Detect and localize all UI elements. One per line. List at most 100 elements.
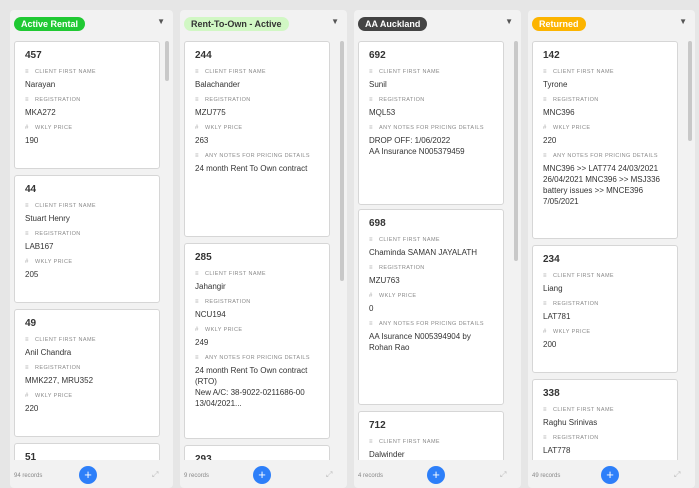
number-icon: # <box>543 125 547 131</box>
field-label-text: CLIENT FIRST NAME <box>553 273 614 279</box>
field-label-text: CLIENT FIRST NAME <box>205 271 266 277</box>
field-value: Anil Chandra <box>25 348 72 357</box>
field-label-text: CLIENT FIRST NAME <box>35 203 96 209</box>
field-label-text: REGISTRATION <box>553 97 599 103</box>
record-card[interactable]: 244 ≡ CLIENT FIRST NAME Balachander ≡ REGISTR… <box>184 41 330 237</box>
field-label: ≡ REGISTRATION <box>543 433 669 443</box>
text-icon: ≡ <box>195 299 199 305</box>
field-label: ≡ REGISTRATION <box>25 95 151 105</box>
card-list: 457 ≡ CLIENT FIRST NAME Narayan ≡ REGISTRATIO… <box>10 41 173 460</box>
field-label: ≡ REGISTRATION <box>369 95 495 105</box>
expand-icon[interactable]: ⤢ <box>674 470 680 480</box>
expand-icon[interactable]: ⤢ <box>500 470 506 480</box>
record-card[interactable]: 712 ≡ CLIENT FIRST NAME Dalwinder <box>358 411 504 460</box>
long-text-icon: ≡ <box>195 355 199 361</box>
field-value: 205 <box>25 270 39 279</box>
field-label: ≡ CLIENT FIRST NAME <box>543 405 669 415</box>
number-icon: # <box>543 329 547 335</box>
field-label: # WKLY PRICE <box>195 123 321 133</box>
field-label-text: REGISTRATION <box>35 365 81 371</box>
status-badge: AA Auckland <box>358 17 428 31</box>
column-header[interactable]: Rent-To-Own - Active ▼ <box>180 10 347 38</box>
record-card[interactable]: 338 ≡ CLIENT FIRST NAME Raghu Srinivas ≡ REGI… <box>532 379 678 460</box>
record-count: 49 records <box>532 473 561 479</box>
add-record-button[interactable]: + <box>601 466 619 484</box>
card-title: 712 <box>369 420 386 431</box>
column-rent-to-own-active: Rent-To-Own - Active ▼ 244 ≡ CLIENT FIRST … <box>180 10 347 488</box>
field-label-text: CLIENT FIRST NAME <box>553 407 614 413</box>
record-card[interactable]: 234 ≡ CLIENT FIRST NAME Liang ≡ REGISTRATION L… <box>532 245 678 373</box>
field-label-text: CLIENT FIRST NAME <box>553 69 614 75</box>
column-header[interactable]: Active Rental ▼ <box>10 10 173 38</box>
column-footer: 49 records + ⤢ <box>528 460 695 488</box>
field-value: 190 <box>25 136 39 145</box>
field-label-text: CLIENT FIRST NAME <box>379 439 440 445</box>
field-label-text: WKLY PRICE <box>35 125 73 131</box>
field-label-text: WKLY PRICE <box>35 259 73 265</box>
field-value: Tyrone <box>543 80 568 89</box>
field-value: 200 <box>543 340 557 349</box>
field-value: Jahangir <box>195 282 226 291</box>
expand-icon[interactable]: ⤢ <box>152 470 158 480</box>
scrollbar[interactable] <box>514 41 518 261</box>
text-icon: ≡ <box>543 407 547 413</box>
field-label-text: ANY NOTES FOR PRICING DETAILS <box>379 321 484 327</box>
text-icon: ≡ <box>195 271 199 277</box>
record-card[interactable]: 285 ≡ CLIENT FIRST NAME Jahangir ≡ REGISTRATI… <box>184 243 330 439</box>
field-value: MZU763 <box>369 276 400 285</box>
chevron-down-icon[interactable]: ▼ <box>505 17 513 26</box>
text-icon: ≡ <box>543 273 547 279</box>
field-label: ≡ CLIENT FIRST NAME <box>543 271 669 281</box>
scrollbar[interactable] <box>340 41 344 281</box>
add-record-button[interactable]: + <box>79 466 97 484</box>
chevron-down-icon[interactable]: ▼ <box>331 17 339 26</box>
add-record-button[interactable]: + <box>427 466 445 484</box>
record-count: 4 records <box>358 473 384 479</box>
field-label: ≡ CLIENT FIRST NAME <box>543 67 669 77</box>
field-label-text: REGISTRATION <box>35 97 81 103</box>
field-label-text: ANY NOTES FOR PRICING DETAILS <box>205 153 310 159</box>
card-title: 51 <box>25 452 37 460</box>
field-label-text: CLIENT FIRST NAME <box>379 69 440 75</box>
record-card[interactable]: 692 ≡ CLIENT FIRST NAME Sunil ≡ REGISTRATION M… <box>358 41 504 205</box>
record-card[interactable]: 44 ≡ CLIENT FIRST NAME Stuart Henry ≡ REGISTR… <box>14 175 160 303</box>
field-label-text: ANY NOTES FOR PRICING DETAILS <box>379 125 484 131</box>
scrollbar[interactable] <box>165 41 169 81</box>
column-header[interactable]: AA Auckland ▼ <box>354 10 521 38</box>
field-label: # WKLY PRICE <box>369 291 495 301</box>
field-label-text: WKLY PRICE <box>379 293 417 299</box>
card-title: 234 <box>543 254 560 265</box>
field-value: LAB167 <box>25 242 54 251</box>
record-card[interactable]: 51 <box>14 443 160 460</box>
field-label: # WKLY PRICE <box>543 327 669 337</box>
add-record-button[interactable]: + <box>253 466 271 484</box>
text-icon: ≡ <box>543 69 547 75</box>
long-text-icon: ≡ <box>369 125 373 131</box>
field-label-text: WKLY PRICE <box>205 327 243 333</box>
field-label: # WKLY PRICE <box>25 391 151 401</box>
chevron-down-icon[interactable]: ▼ <box>157 17 165 26</box>
field-label: ≡ ANY NOTES FOR PRICING DETAILS <box>195 151 321 161</box>
record-card[interactable]: 698 ≡ CLIENT FIRST NAME Chaminda SAMAN JAYA… <box>358 209 504 405</box>
record-card[interactable]: 142 ≡ CLIENT FIRST NAME Tyrone ≡ REGISTRATION… <box>532 41 678 239</box>
field-label: ≡ CLIENT FIRST NAME <box>369 67 495 77</box>
scrollbar[interactable] <box>688 41 692 141</box>
column-header[interactable]: Returned ▼ <box>528 10 695 38</box>
field-value: 24 month Rent To Own contract <box>195 164 308 173</box>
record-card[interactable]: 293 <box>184 445 330 460</box>
text-icon: ≡ <box>369 265 373 271</box>
record-card[interactable]: 49 ≡ CLIENT FIRST NAME Anil Chandra ≡ REGISTR… <box>14 309 160 437</box>
field-label: ≡ REGISTRATION <box>543 95 669 105</box>
text-icon: ≡ <box>25 69 29 75</box>
text-icon: ≡ <box>25 97 29 103</box>
expand-icon[interactable]: ⤢ <box>326 470 332 480</box>
field-label-text: CLIENT FIRST NAME <box>379 237 440 243</box>
chevron-down-icon[interactable]: ▼ <box>679 17 687 26</box>
field-value: Chaminda SAMAN JAYALATH <box>369 248 478 257</box>
number-icon: # <box>195 327 199 333</box>
field-label-text: REGISTRATION <box>205 299 251 305</box>
record-card[interactable]: 457 ≡ CLIENT FIRST NAME Narayan ≡ REGISTRATIO… <box>14 41 160 169</box>
card-title: 293 <box>195 454 212 460</box>
card-title: 698 <box>369 218 386 229</box>
field-value: Stuart Henry <box>25 214 70 223</box>
